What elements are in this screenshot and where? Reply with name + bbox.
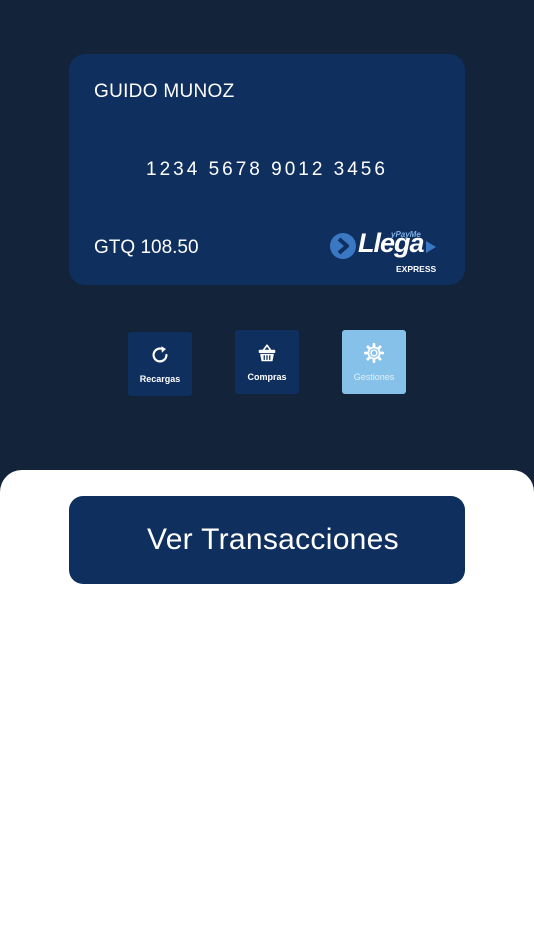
brand-subtitle: EXPRESS xyxy=(396,264,437,274)
recargas-button[interactable]: Recargas xyxy=(128,332,192,396)
brand-logo: Llega yPayMe EXPRESS xyxy=(329,228,441,276)
card-balance: GTQ 108.50 xyxy=(94,237,199,258)
card-holder-name: GUIDO MUNOZ xyxy=(94,81,235,102)
arrow-right-icon xyxy=(426,241,436,253)
payment-card[interactable]: GUIDO MUNOZ 1234 5678 9012 3456 GTQ 108.… xyxy=(69,54,465,285)
refresh-icon xyxy=(152,346,168,363)
compras-label: Compras xyxy=(247,372,287,382)
bottom-sheet: Ver Transacciones xyxy=(0,470,534,950)
header-area: GUIDO MUNOZ 1234 5678 9012 3456 GTQ 108.… xyxy=(0,0,534,480)
gestiones-label: Gestiones xyxy=(353,372,395,382)
card-number: 1234 5678 9012 3456 xyxy=(146,159,388,180)
gear-icon xyxy=(363,342,385,364)
recargas-label: Recargas xyxy=(139,374,181,384)
compras-button[interactable]: Compras xyxy=(235,330,299,394)
ver-transacciones-button[interactable]: Ver Transacciones xyxy=(69,496,465,584)
basket-icon xyxy=(258,344,276,362)
gestiones-button[interactable]: Gestiones xyxy=(342,330,406,394)
chevron-right-circle-icon xyxy=(330,233,356,259)
brand-tag: yPayMe xyxy=(391,230,421,239)
